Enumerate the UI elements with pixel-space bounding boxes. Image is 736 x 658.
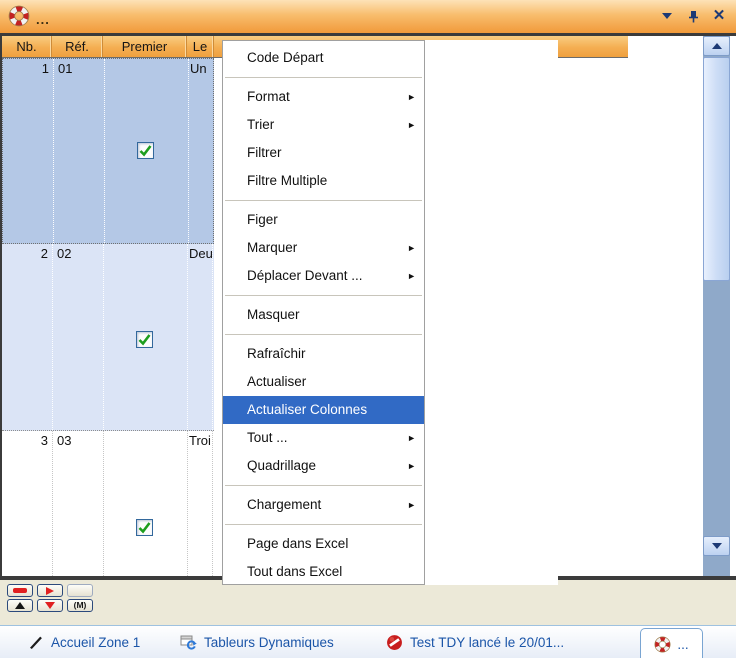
menu-item-filtrer[interactable]: Filtrer (223, 139, 424, 167)
menu-separator (225, 77, 422, 78)
menu-item-trier[interactable]: Trier► (223, 111, 424, 139)
tab-label: Accueil Zone 1 (51, 635, 140, 650)
menu-item-code-depart[interactable]: Code Départ (223, 44, 424, 72)
submenu-arrow-icon: ► (407, 234, 416, 262)
menu-item-figer[interactable]: Figer (223, 206, 424, 234)
triangle-down-icon (712, 543, 722, 549)
pin-icon (687, 10, 700, 23)
table-row[interactable]: 1 01 Un (2, 58, 214, 244)
submenu-arrow-icon: ► (407, 491, 416, 519)
title-bar: ... ✕ (0, 0, 736, 33)
go-up-button[interactable] (7, 599, 33, 612)
menu-separator (225, 334, 422, 335)
tab-label: Test TDY lancé le 20/01... (410, 635, 564, 650)
submenu-arrow-icon: ► (407, 262, 416, 290)
check-icon (137, 332, 152, 347)
menu-item-rafraichir[interactable]: Rafraîchir (223, 340, 424, 368)
tab-test-tdy[interactable]: Test TDY lancé le 20/01... (386, 626, 564, 658)
menu-separator (225, 485, 422, 486)
menu-item-masquer[interactable]: Masquer (223, 301, 424, 329)
window-title: ... (36, 12, 50, 27)
table-row[interactable]: 3 03 Troi (2, 431, 214, 576)
grid-rows: 1 01 Un 2 02 Deu 3 03 (2, 58, 214, 576)
menu-item-quadrillage[interactable]: Quadrillage► (223, 452, 424, 480)
tab-tableurs-dynamiques[interactable]: Tableurs Dynamiques (180, 626, 334, 658)
menu-item-deplacer-devant[interactable]: Déplacer Devant ...► (223, 262, 424, 290)
tab-active[interactable]: ... (640, 628, 703, 658)
close-button[interactable]: ✕ (710, 7, 728, 25)
close-icon: ✕ (713, 7, 726, 25)
submenu-arrow-icon: ► (407, 424, 416, 452)
premier-checkbox[interactable] (136, 519, 153, 536)
vertical-scrollbar (703, 36, 730, 576)
scrollbar-track[interactable] (703, 281, 730, 556)
current-line-button[interactable] (7, 584, 33, 597)
cell-value[interactable]: Un (190, 61, 214, 76)
context-menu: Code Départ Format► Trier► Filtrer Filtr… (222, 40, 425, 585)
menu-item-page-dans-excel[interactable]: Page dans Excel (223, 530, 424, 558)
black-up-triangle-icon (15, 602, 25, 609)
cell-value[interactable]: Deu (189, 246, 214, 261)
cell-nb[interactable]: 3 (2, 433, 48, 448)
column-header-nb[interactable]: Nb. (2, 36, 52, 57)
submenu-arrow-icon: ► (407, 111, 416, 139)
blank-button[interactable] (67, 584, 93, 597)
chevron-down-icon (662, 13, 672, 19)
cell-nb[interactable]: 2 (2, 246, 48, 261)
go-right-button[interactable] (37, 584, 63, 597)
table-refresh-icon (180, 634, 197, 650)
menu-separator (225, 295, 422, 296)
check-icon (137, 520, 152, 535)
tab-accueil-zone-1[interactable]: Accueil Zone 1 (28, 626, 140, 658)
app-window: ... ✕ Nb. Réf. Premier Le 1 01 (0, 0, 736, 658)
menu-item-filtre-multiple[interactable]: Filtre Multiple (223, 167, 424, 195)
pencil-icon (28, 634, 44, 650)
menu-item-format[interactable]: Format► (223, 83, 424, 111)
column-header-premier[interactable]: Premier (103, 36, 187, 57)
menu-item-tout[interactable]: Tout ...► (223, 424, 424, 452)
bottom-toolbar: (M) Validation Abandon (0, 580, 736, 625)
red-bar-icon (13, 588, 27, 593)
cell-ref[interactable]: 02 (57, 246, 71, 261)
go-down-button[interactable] (37, 599, 63, 612)
menu-item-marquer[interactable]: Marquer► (223, 234, 424, 262)
column-header-le[interactable]: Le (187, 36, 214, 57)
scroll-up-button[interactable] (703, 36, 730, 56)
tab-label: Tableurs Dynamiques (204, 635, 334, 650)
column-header-ref[interactable]: Réf. (52, 36, 103, 57)
menu-item-chargement[interactable]: Chargement► (223, 491, 424, 519)
tab-label: ... (677, 637, 688, 652)
window-menu-button[interactable] (658, 7, 676, 25)
menu-item-tout-dans-excel[interactable]: Tout dans Excel (223, 558, 424, 586)
merge-icon: (M) (74, 600, 87, 611)
lifebuoy-icon (654, 636, 671, 653)
premier-checkbox[interactable] (137, 142, 154, 159)
check-icon (138, 143, 153, 158)
pin-button[interactable] (684, 7, 702, 25)
menu-separator (225, 524, 422, 525)
submenu-arrow-icon: ► (407, 452, 416, 480)
tab-bar: Accueil Zone 1 Tableurs Dynamiques Test … (0, 625, 736, 658)
menu-item-actualiser-colonnes[interactable]: Actualiser Colonnes (223, 396, 424, 424)
cell-nb[interactable]: 1 (3, 61, 49, 76)
scrollbar-thumb[interactable] (703, 57, 730, 281)
cancel-icon (386, 634, 403, 651)
scroll-down-button[interactable] (703, 536, 730, 556)
cell-ref[interactable]: 01 (58, 61, 72, 76)
menu-separator (225, 200, 422, 201)
triangle-up-icon (712, 43, 722, 49)
red-right-arrow-icon (46, 587, 54, 595)
table-row[interactable]: 2 02 Deu (2, 244, 214, 431)
cell-ref[interactable]: 03 (57, 433, 71, 448)
cell-value[interactable]: Troi (189, 433, 214, 448)
premier-checkbox[interactable] (136, 331, 153, 348)
menu-item-actualiser[interactable]: Actualiser (223, 368, 424, 396)
lifebuoy-icon (8, 5, 30, 32)
context-menu-surface: Code Départ Format► Trier► Filtrer Filtr… (222, 40, 558, 585)
submenu-arrow-icon: ► (407, 83, 416, 111)
merge-button[interactable]: (M) (67, 599, 93, 612)
red-down-triangle-icon (45, 602, 55, 609)
